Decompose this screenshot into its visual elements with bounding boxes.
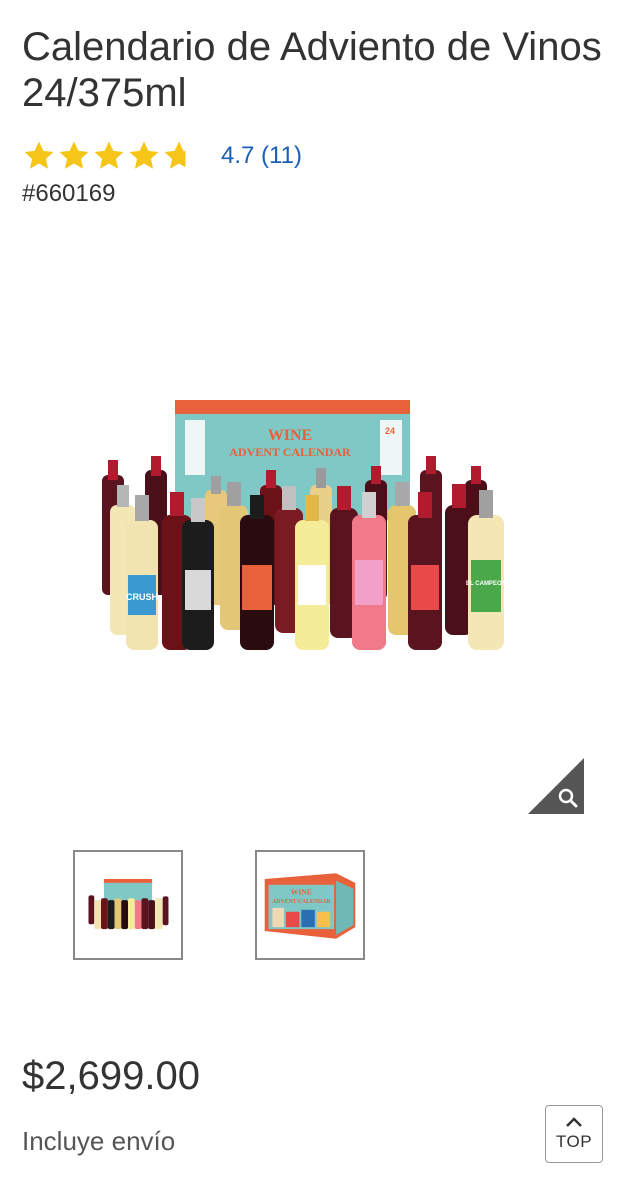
box-badge: 24: [385, 426, 395, 436]
back-to-top-button[interactable]: TOP: [545, 1105, 603, 1163]
rating-stars: [22, 139, 197, 173]
thumb-box-label-line1: WINE: [291, 887, 312, 896]
star-icon: [129, 141, 159, 169]
product-price: $2,699.00: [22, 1054, 200, 1098]
bottle-label-crush: CRUSH: [126, 592, 158, 602]
product-main-image[interactable]: 24 WINE ADVENT CALENDAR CRUSH EL CAMPEON: [90, 390, 540, 670]
back-to-top-label: TOP: [555, 1132, 593, 1151]
thumbnail-box-image: WINE ADVENT CALENDAR: [264, 873, 356, 939]
thumbnail-box[interactable]: WINE ADVENT CALENDAR: [255, 850, 365, 960]
product-rating: 4.7 (11): [22, 136, 302, 176]
box-label-line1: WINE: [268, 427, 312, 444]
chevron-up-icon: [566, 1117, 582, 1127]
product-title: Calendario de Adviento de Vinos 24/375ml: [22, 25, 602, 115]
star-icon: [59, 141, 89, 169]
star-icon: [94, 141, 124, 169]
bottle-label-el-campeon: EL CAMPEON: [466, 581, 506, 587]
star-icon: [24, 141, 54, 169]
rating-reviews-link[interactable]: 4.7 (11): [221, 142, 302, 170]
thumbnail-bottles-image: [88, 878, 169, 930]
product-sku: #660169: [22, 180, 116, 207]
thumbnail-bottles[interactable]: [73, 850, 183, 960]
shipping-note: Incluye envío: [22, 1126, 176, 1156]
star-half-icon: [164, 141, 194, 169]
thumb-box-label-line2: ADVENT CALENDAR: [272, 899, 331, 905]
box-label-line2: ADVENT CALENDAR: [229, 445, 351, 459]
zoom-button[interactable]: [528, 758, 584, 814]
